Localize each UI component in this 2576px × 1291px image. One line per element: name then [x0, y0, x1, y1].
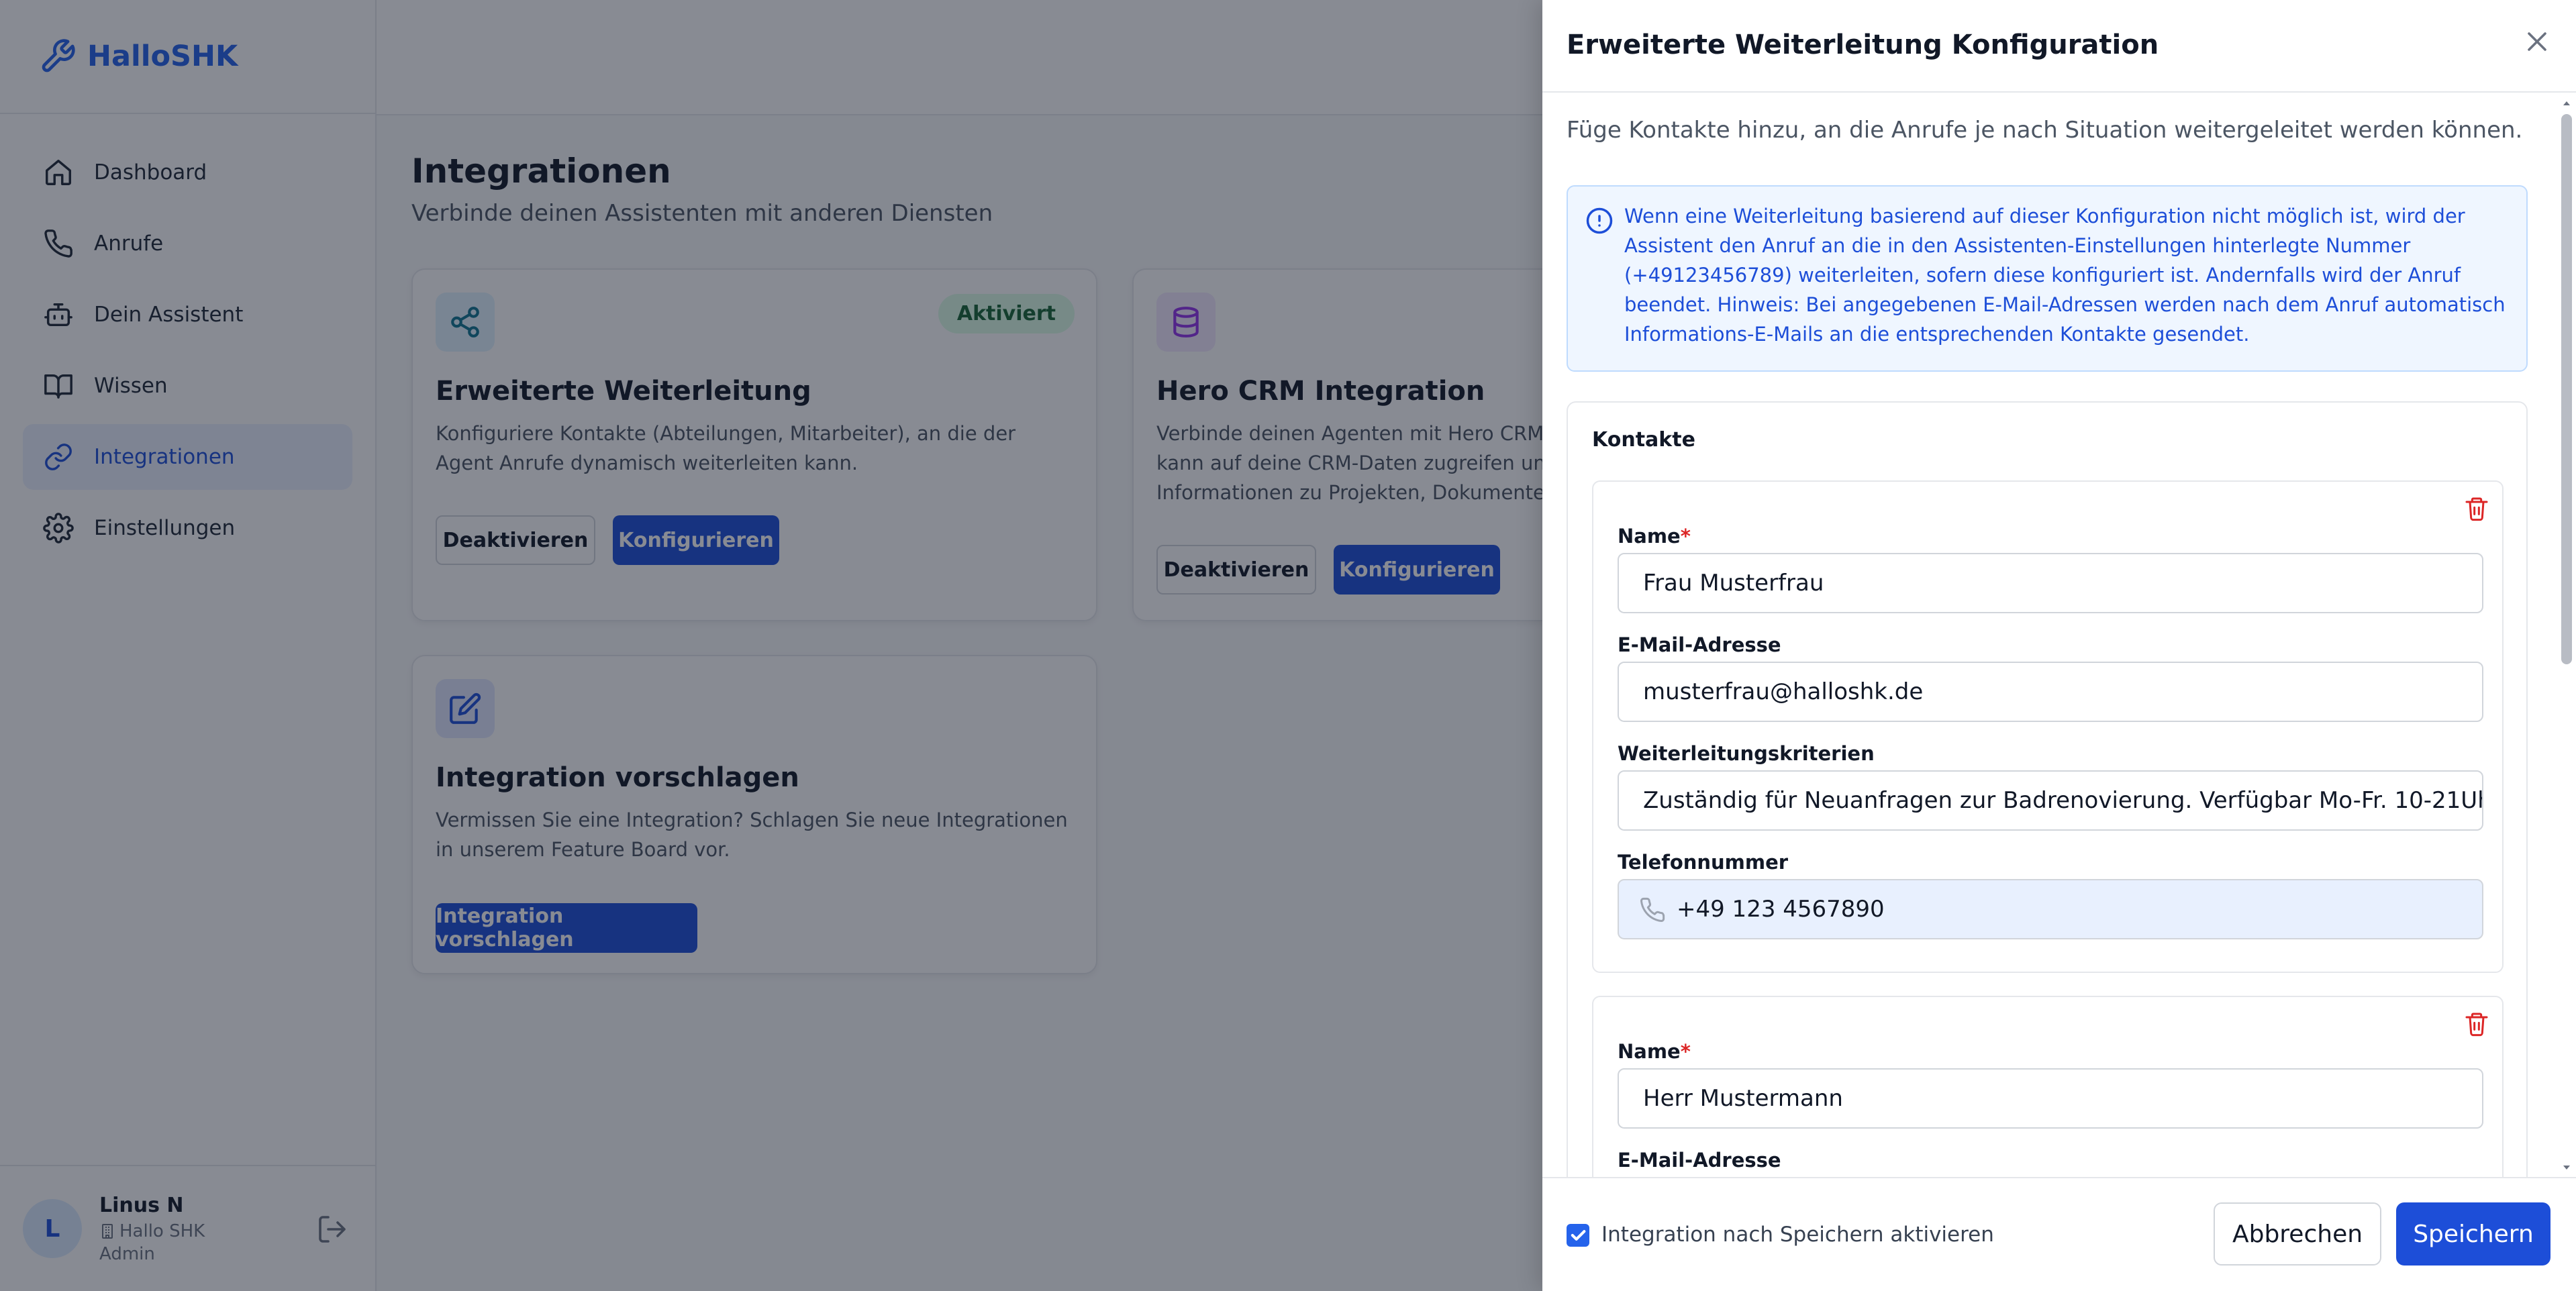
- save-button[interactable]: Speichern: [2396, 1202, 2550, 1266]
- scroll-up-arrow[interactable]: [2561, 97, 2572, 109]
- phone-value: +49 123 4567890: [1677, 896, 1885, 923]
- contacts-title: Kontakte: [1592, 428, 1695, 452]
- drawer-title: Erweiterte Weiterleitung Konfiguration: [1567, 30, 2159, 60]
- scrollbar-thumb[interactable]: [2561, 114, 2572, 664]
- contact-card: Name* Herr Mustermann E-Mail-Adresse: [1592, 996, 2504, 1178]
- criteria-label: Weiterleitungskriterien: [1618, 742, 1875, 765]
- drawer-header: Erweiterte Weiterleitung Konfiguration: [1542, 0, 2576, 93]
- name-input[interactable]: Frau Musterfrau: [1618, 553, 2483, 613]
- email-label: E-Mail-Adresse: [1618, 633, 1781, 656]
- chevron-up-icon: [2563, 101, 2570, 105]
- contacts-section: Kontakte Name* Frau Musterfrau E-Mail-Ad…: [1567, 401, 2528, 1178]
- drawer-body[interactable]: Füge Kontakte hinzu, an die Anrufe je na…: [1542, 93, 2576, 1178]
- info-alert: Wenn eine Weiterleitung basierend auf di…: [1567, 185, 2528, 372]
- chevron-down-icon: [2563, 1166, 2570, 1170]
- config-drawer: Erweiterte Weiterleitung Konfiguration F…: [1542, 0, 2576, 1291]
- check-icon: [1571, 1230, 1586, 1241]
- required-asterisk: *: [1680, 525, 1691, 548]
- name-input[interactable]: Herr Mustermann: [1618, 1068, 2483, 1129]
- email-label: E-Mail-Adresse: [1618, 1149, 1781, 1172]
- phone-input[interactable]: +49 123 4567890: [1618, 879, 2483, 939]
- close-icon[interactable]: [2521, 25, 2553, 58]
- cancel-button[interactable]: Abbrechen: [2214, 1202, 2381, 1266]
- name-label: Name*: [1618, 1040, 1691, 1063]
- activate-checkbox-label[interactable]: Integration nach Speichern aktivieren: [1601, 1223, 1994, 1247]
- required-asterisk: *: [1680, 1040, 1691, 1063]
- trash-icon[interactable]: [2463, 1011, 2490, 1037]
- drawer-footer: Integration nach Speichern aktivieren Ab…: [1542, 1177, 2576, 1291]
- activate-checkbox[interactable]: [1567, 1224, 1589, 1247]
- name-label: Name*: [1618, 525, 1691, 548]
- name-label-text: Name: [1618, 525, 1681, 548]
- phone-label: Telefonnummer: [1618, 851, 1789, 874]
- modal-overlay[interactable]: [0, 0, 1542, 1291]
- info-alert-text: Wenn eine Weiterleitung basierend auf di…: [1624, 205, 2506, 346]
- scroll-down-arrow[interactable]: [2561, 1162, 2572, 1174]
- name-label-text: Name: [1618, 1040, 1681, 1063]
- email-input[interactable]: musterfrau@halloshk.de: [1618, 662, 2483, 722]
- contact-card: Name* Frau Musterfrau E-Mail-Adresse mus…: [1592, 480, 2504, 973]
- info-icon: [1586, 207, 1613, 234]
- phone-icon: [1640, 897, 1665, 922]
- trash-icon[interactable]: [2463, 495, 2490, 522]
- criteria-input[interactable]: Zuständig für Neuanfragen zur Badrenovie…: [1618, 770, 2483, 831]
- drawer-intro: Füge Kontakte hinzu, an die Anrufe je na…: [1567, 117, 2523, 144]
